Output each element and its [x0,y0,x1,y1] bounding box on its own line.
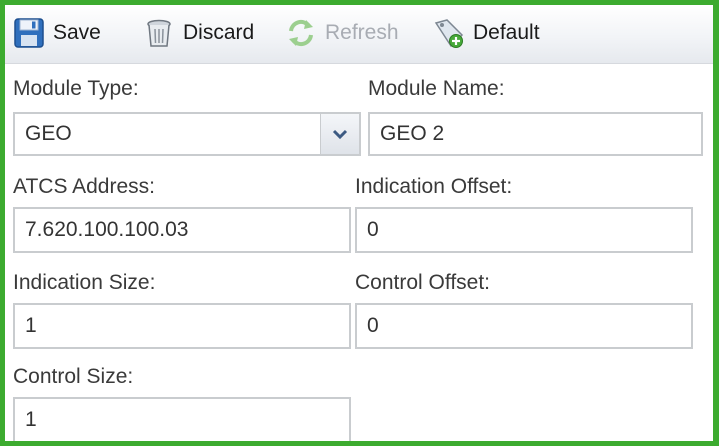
discard-button[interactable]: Discard [143,15,254,51]
indication-size-input[interactable]: 1 [13,303,351,349]
chevron-down-icon [332,129,348,140]
atcs-address-input[interactable]: 7.620.100.100.03 [13,207,351,253]
indication-size-label: Indication Size: [13,271,156,294]
floppy-disk-icon [13,17,45,49]
module-type-dropdown-trigger[interactable] [320,114,359,154]
save-label: Save [53,21,101,44]
refresh-arrows-icon [285,17,317,49]
atcs-address-label: ATCS Address: [13,175,155,198]
control-offset-input[interactable]: 0 [355,303,693,349]
control-size-label: Control Size: [13,365,134,388]
refresh-button[interactable]: Refresh [285,15,399,51]
toolbar: Save Discard Refresh Default [5,5,713,64]
module-type-value: GEO [25,122,72,145]
module-type-select[interactable]: GEO [13,112,361,156]
indication-offset-label: Indication Offset: [355,175,513,198]
default-button[interactable]: Default [433,15,540,51]
default-label: Default [473,21,540,44]
module-type-label: Module Type: [13,77,139,100]
indication-offset-input[interactable]: 0 [355,207,693,253]
module-name-input[interactable]: GEO 2 [368,112,703,156]
save-button[interactable]: Save [13,15,101,51]
module-config-panel: Save Discard Refresh Default Module Type… [0,0,719,446]
trash-can-icon [143,17,175,49]
discard-label: Discard [183,21,255,44]
control-offset-label: Control Offset: [355,271,491,294]
default-wand-icon [433,17,465,49]
module-name-label: Module Name: [368,77,505,100]
control-size-input[interactable]: 1 [13,397,351,441]
refresh-label: Refresh [325,21,399,44]
